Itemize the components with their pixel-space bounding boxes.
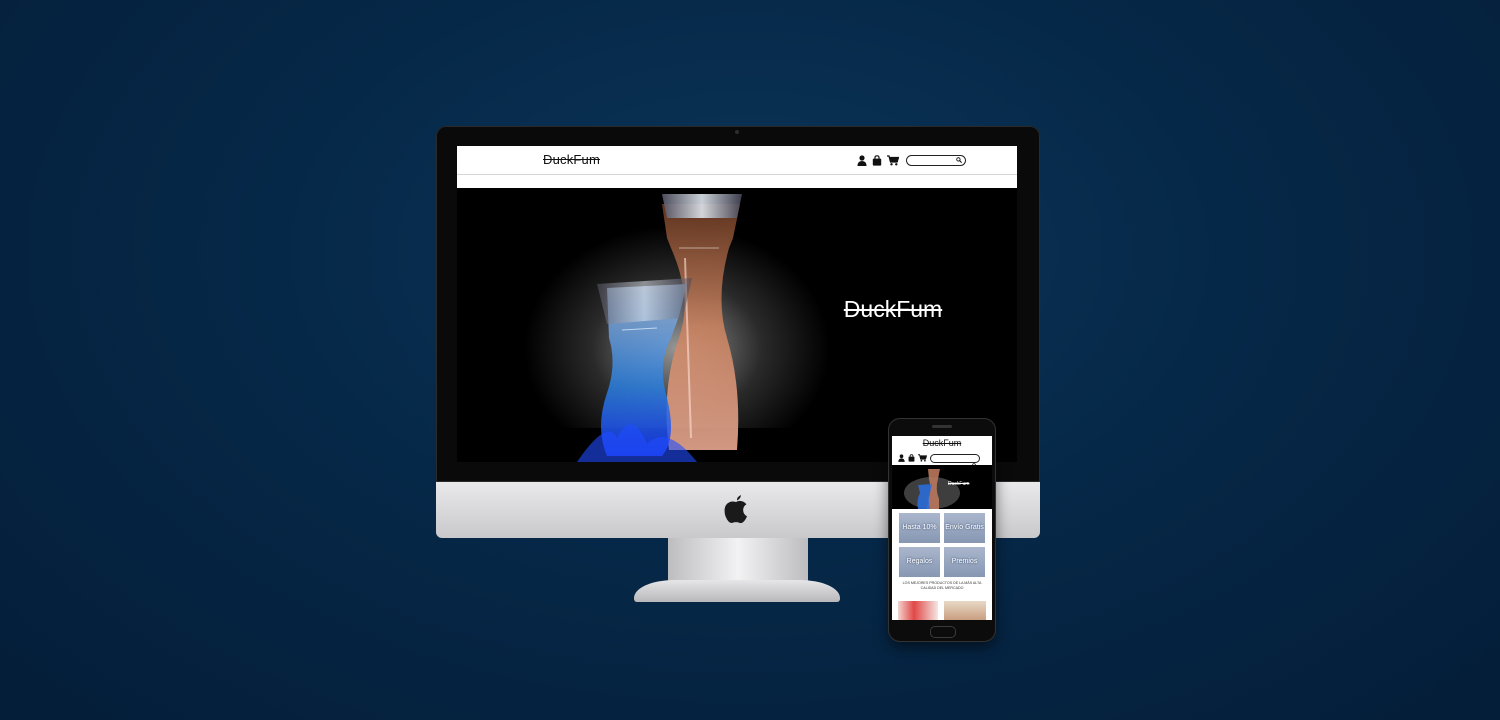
shopping-bag-icon[interactable] — [872, 154, 882, 166]
phone-home-button — [930, 626, 956, 638]
mobile-perfume-image — [904, 469, 960, 509]
imac-camera — [735, 130, 739, 134]
product-thumbnail[interactable] — [944, 601, 986, 620]
site-header: DuckFum — [457, 146, 1017, 174]
search-field[interactable] — [906, 154, 966, 166]
search-icon[interactable] — [956, 156, 962, 163]
phone-speaker — [932, 425, 952, 428]
mobile-hero-brand-title: DuckFum — [948, 481, 970, 487]
hero-brand-title: DuckFum — [843, 296, 943, 322]
imac-stand-foot — [634, 580, 840, 602]
product-thumbnail[interactable] — [898, 601, 938, 620]
mobile-hero-banner: DuckFum — [892, 465, 992, 509]
mobile-brand-logo[interactable]: DuckFum — [892, 438, 992, 448]
header-divider — [457, 174, 1017, 189]
promo-tile-gifts[interactable]: Regalos — [899, 547, 940, 577]
imac-stand-neck — [668, 538, 808, 582]
desktop-screen: DuckFum DuckFum — [457, 146, 1017, 462]
mobile-quality-caption: LOS MEJORES PRODUCTOS DE LA MÁS ALTA CAL… — [902, 581, 982, 590]
search-input[interactable] — [910, 155, 952, 165]
user-icon[interactable] — [857, 154, 867, 166]
mobile-screen: DuckFum DuckFum Hasta 10% Envío Gratis R… — [892, 436, 992, 620]
apple-logo-icon — [722, 492, 750, 524]
cart-icon[interactable] — [887, 154, 899, 166]
header-actions — [857, 153, 966, 167]
header-brand-logo[interactable]: DuckFum — [537, 152, 606, 167]
promo-tile-free-shipping[interactable]: Envío Gratis — [944, 513, 985, 543]
promo-tile-prizes[interactable]: Premios — [944, 547, 985, 577]
promo-tile-discount[interactable]: Hasta 10% — [899, 513, 940, 543]
mobile-search-field[interactable] — [930, 453, 980, 468]
mobile-promo-grid: Hasta 10% Envío Gratis Regalos Premios — [899, 513, 985, 577]
